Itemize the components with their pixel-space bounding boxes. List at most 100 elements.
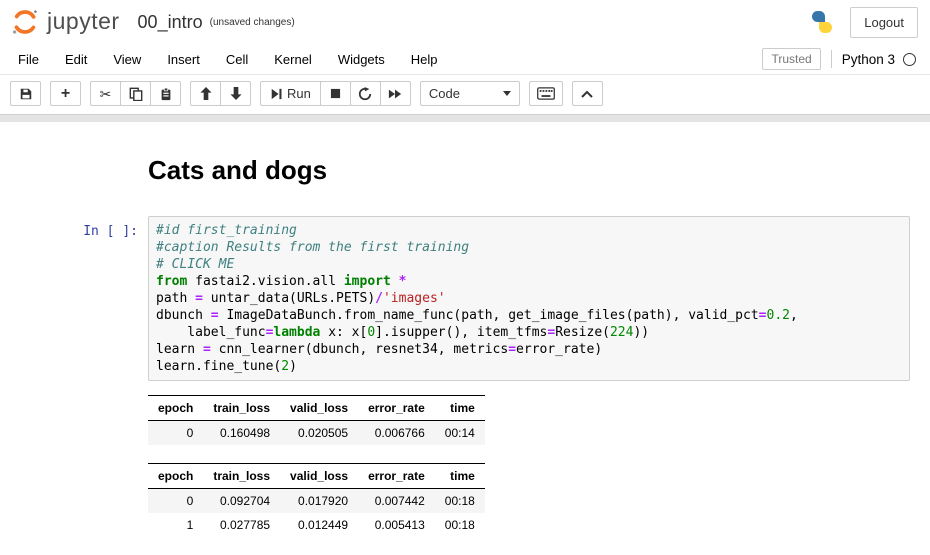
palette-group [529,81,563,106]
cell-type-dropdown[interactable]: Code [420,81,520,106]
paste-cells-button[interactable] [150,81,181,106]
jupyter-logo[interactable]: jupyter [10,7,120,37]
header-divider [0,114,930,122]
code-cell-content: #id first_training#caption Results from … [148,216,910,381]
copy-cells-button[interactable] [120,81,151,106]
code-line: #caption Results from the first training [156,239,902,256]
code-line: learn = cnn_learner(dbunch, resnet34, me… [156,341,902,358]
save-button[interactable] [10,81,41,106]
jupyter-notebook-app: jupyter 00_intro (unsaved changes) Logou… [0,0,930,555]
table-cell: 0.027785 [203,513,280,537]
cut-cells-icon: ✂ [100,87,112,101]
table-cell: 0.012449 [280,513,358,537]
jupyter-logo-text: jupyter [47,8,120,35]
output-table: epochtrain_lossvalid_losserror_ratetime0… [148,463,485,537]
save-icon [19,87,33,101]
column-header: epoch [148,464,203,489]
run-button[interactable]: Run [260,81,321,106]
code-line: # CLICK ME [156,256,902,273]
python-logo-icon [810,10,834,34]
notebook-area: Cats and dogs In [ ]: #id first_training… [0,122,930,555]
column-header: error_rate [358,396,435,421]
collapse-group [572,81,603,106]
code-area: #id first_training#caption Results from … [156,222,902,375]
run-button-label: Run [287,86,311,101]
menu-item-file[interactable]: File [5,46,52,73]
markdown-cell-prompt [0,155,148,186]
notebook-title[interactable]: 00_intro [138,12,203,33]
table-cell: 00:18 [435,513,485,537]
add-cell-icon: + [61,86,70,102]
output-table: epochtrain_lossvalid_losserror_ratetime0… [148,395,485,445]
interrupt-kernel-icon [330,88,341,99]
cell-type-value: Code [429,86,460,101]
output-cell-content: epochtrain_lossvalid_losserror_ratetime0… [148,395,910,555]
kernel-status-icon [903,53,916,66]
menu-item-widgets[interactable]: Widgets [325,46,398,73]
menu-item-view[interactable]: View [100,46,154,73]
interrupt-kernel-button[interactable] [320,81,351,106]
table-cell: 0.160498 [203,421,280,446]
menu-item-kernel[interactable]: Kernel [261,46,325,73]
column-header: valid_loss [280,464,358,489]
column-header: time [435,396,485,421]
menubar-divider [831,50,832,68]
command-palette-button[interactable] [529,81,563,106]
table-cell: 0.020505 [280,421,358,446]
copy-cells-icon [129,87,143,101]
menu-item-insert[interactable]: Insert [154,46,213,73]
column-header: train_loss [203,396,280,421]
column-header: time [435,464,485,489]
code-cell[interactable]: In [ ]: #id first_training#caption Resul… [0,216,930,381]
table-row: 00.1604980.0205050.00676600:14 [148,421,485,446]
restart-run-all-icon [388,88,402,100]
edit-group: ✂ [90,81,181,106]
toolbar: + ✂ [0,75,930,114]
code-cell-prompt: In [ ]: [0,216,148,381]
move-cell-down-button[interactable] [220,81,251,106]
code-line: #id first_training [156,222,902,239]
table-cell: 0.017920 [280,489,358,514]
restart-kernel-button[interactable] [350,81,381,106]
header: jupyter 00_intro (unsaved changes) Logou… [0,0,930,44]
menu-item-edit[interactable]: Edit [52,46,100,73]
output-cell-prompt [0,395,148,555]
menu-item-cell[interactable]: Cell [213,46,261,73]
restart-run-all-button[interactable] [380,81,411,106]
output-cell: epochtrain_lossvalid_losserror_ratetime0… [0,395,930,555]
column-header: valid_loss [280,396,358,421]
markdown-cell[interactable]: Cats and dogs [0,155,930,186]
python-logo-bottom-shape [819,22,832,33]
code-input-area[interactable]: #id first_training#caption Results from … [148,216,910,381]
table-header-row: epochtrain_lossvalid_losserror_ratetime [148,464,485,489]
table-cell: 00:18 [435,489,485,514]
move-cell-down-icon [230,87,242,100]
markdown-heading: Cats and dogs [148,155,910,186]
cut-cells-button[interactable]: ✂ [90,81,121,106]
column-header: epoch [148,396,203,421]
move-group [190,81,251,106]
run-group: Run [260,81,411,106]
table-cell: 0.092704 [203,489,280,514]
command-palette-icon [537,87,555,100]
table-cell: 0.007442 [358,489,435,514]
move-cell-up-button[interactable] [190,81,221,106]
column-header: error_rate [358,464,435,489]
add-cell-button[interactable]: + [50,81,81,106]
chevron-up-button[interactable] [572,81,603,106]
table-header-row: epochtrain_lossvalid_losserror_ratetime [148,396,485,421]
dropdown-caret-icon [503,91,511,96]
menu-item-help[interactable]: Help [398,46,451,73]
move-cell-up-icon [200,87,212,100]
restart-kernel-icon [358,87,372,101]
add-cell-group: + [50,81,81,106]
column-header: train_loss [203,464,280,489]
save-group [10,81,41,106]
table-cell: 0 [148,421,203,446]
python-logo-top-shape [812,11,825,22]
table-row: 10.0277850.0124490.00541300:18 [148,513,485,537]
logout-button[interactable]: Logout [850,7,918,38]
table-cell: 00:14 [435,421,485,446]
table-cell: 0.006766 [358,421,435,446]
jupyter-logo-icon [10,7,40,37]
